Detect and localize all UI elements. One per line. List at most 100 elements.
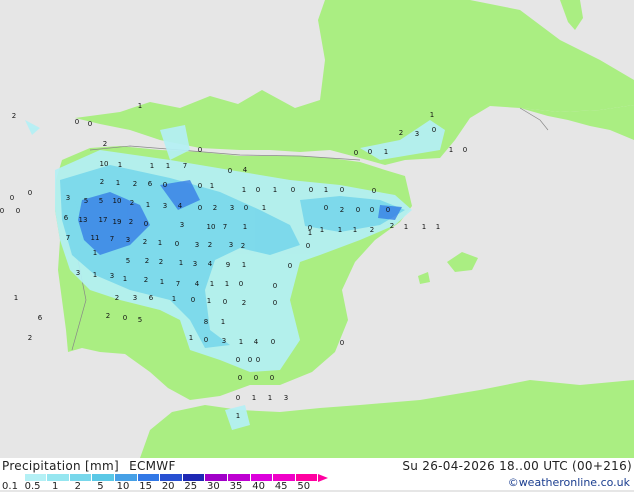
precip-value: 1 [210,280,214,288]
precip-value: 0 [88,120,92,128]
legend-label: 30 [207,481,220,492]
precip-value: 4 [243,166,248,174]
precip-value: 0 [432,126,436,134]
precip-value: 1 [210,182,214,190]
precip-value: 2 [103,140,107,148]
precip-value: 0 [123,314,127,322]
precip-value: 6 [38,314,43,322]
precip-value: 0 [273,282,277,290]
legend-swatch [295,474,319,481]
precip-value: 1 [123,275,127,283]
precip-value: 0 [288,262,292,270]
precip-value: 2 [208,241,212,249]
precip-value: 2 [28,334,32,342]
legend-swatch [227,474,251,481]
precip-value: 10 [207,223,216,231]
precip-value: 3 [284,394,288,402]
precip-value: 2 [370,226,374,234]
precip-value: 3 [195,241,199,249]
precip-value: 2 [159,258,163,266]
legend-label: 0.5 [24,481,41,492]
precip-value: 5 [126,257,130,265]
precip-value: 1 [436,223,440,231]
precip-value: 1 [262,204,266,212]
legend-label: 10 [116,481,130,492]
legend-label: 45 [274,481,288,492]
precip-value: 0 [228,167,232,175]
precip-value: 1 [189,334,193,342]
precip-value: 1 [14,294,18,302]
precip-value: 3 [193,260,197,268]
precip-value: 0 [0,207,4,215]
precip-value: 5 [99,197,103,205]
legend-label: 50 [297,481,311,492]
precip-value: 0 [354,149,358,157]
precip-value: 3 [222,337,226,345]
precip-value: 0 [175,240,179,248]
precip-value: 3 [163,202,167,210]
precip-value: 2 [241,242,245,250]
precip-value: 4 [254,338,259,346]
legend-swatch [160,474,183,481]
precip-value: 0 [273,299,277,307]
product-label: Precipitation [mm] [2,459,119,473]
precip-value: 13 [79,216,88,224]
precip-value: 0 [198,146,202,154]
precip-value: 0 [306,242,310,250]
precip-value: 0 [291,186,295,194]
precip-value: 3 [110,272,114,280]
legend-label: 15 [139,481,152,492]
legend-swatch [114,474,138,481]
precip-value: 1 [243,223,247,231]
precip-value: 2 [129,218,133,226]
precip-value: 3 [126,236,130,244]
precip-value: 0 [340,186,344,194]
legend-swatch [24,474,48,481]
precip-value: 0 [144,220,148,228]
precip-value: 11 [91,234,100,242]
legend-swatch [182,474,206,481]
legend-swatch [92,474,115,481]
precip-value: 2 [12,112,16,120]
legend-label: 20 [161,481,175,492]
legend-swatch [69,474,93,481]
legend-label: 5 [97,481,104,492]
precip-value: 1 [172,295,176,303]
legend-label: 35 [229,481,243,492]
precip-value: 0 [463,146,467,154]
legend-swatch [47,474,70,481]
precip-value: 0 [270,374,274,382]
map-stage: 2 0 0 1 1 2 0 0 4 10 1 1 1 7 2 1 2 6 0 0 1 3 5 5 10 2 1 3 4 0 2 3 0 1 6 13 1… [0,0,634,492]
precip-value: 4 [195,280,200,288]
precip-value: 2 [213,204,217,212]
precip-value: 1 [207,297,211,305]
precip-value: 0 [163,181,167,189]
precip-value: 4 [208,260,213,268]
precip-value: 3 [229,241,233,249]
precip-value: 3 [66,194,70,202]
precip-value: 7 [110,235,114,243]
precip-value: 0 [256,356,260,364]
precip-value: 3 [415,130,419,138]
precip-value: 0 [244,204,248,212]
precip-value: 1 [160,278,164,286]
precip-value: 1 [138,102,142,110]
legend-swatch [137,474,161,481]
precipitation-map: 20 011200 410 1 1 1 72 1 2 6 0 0 13 5 5 10 2 1 3 4 0 2 3 0 16 13 1… [0,0,634,458]
legend-label: 1 [52,481,59,492]
precip-value: 0 [236,394,240,402]
precip-value: 1 [179,259,183,267]
credit-link[interactable]: ©weatheronline.co.uk [508,476,630,489]
precip-value: 7 [183,162,187,170]
legend-swatch [205,474,228,481]
precip-value: 1 [221,318,225,326]
precip-value: 5 [84,197,88,205]
precip-value: 5 [138,316,142,324]
precip-value: 6 [149,294,154,302]
precip-value: 1 [118,161,122,169]
precip-value: 0 [308,224,312,232]
precip-value: 9 [226,261,230,269]
precip-value: 6 [64,214,69,222]
precip-value: 2 [106,312,110,320]
legend-colorbar [2,473,329,482]
